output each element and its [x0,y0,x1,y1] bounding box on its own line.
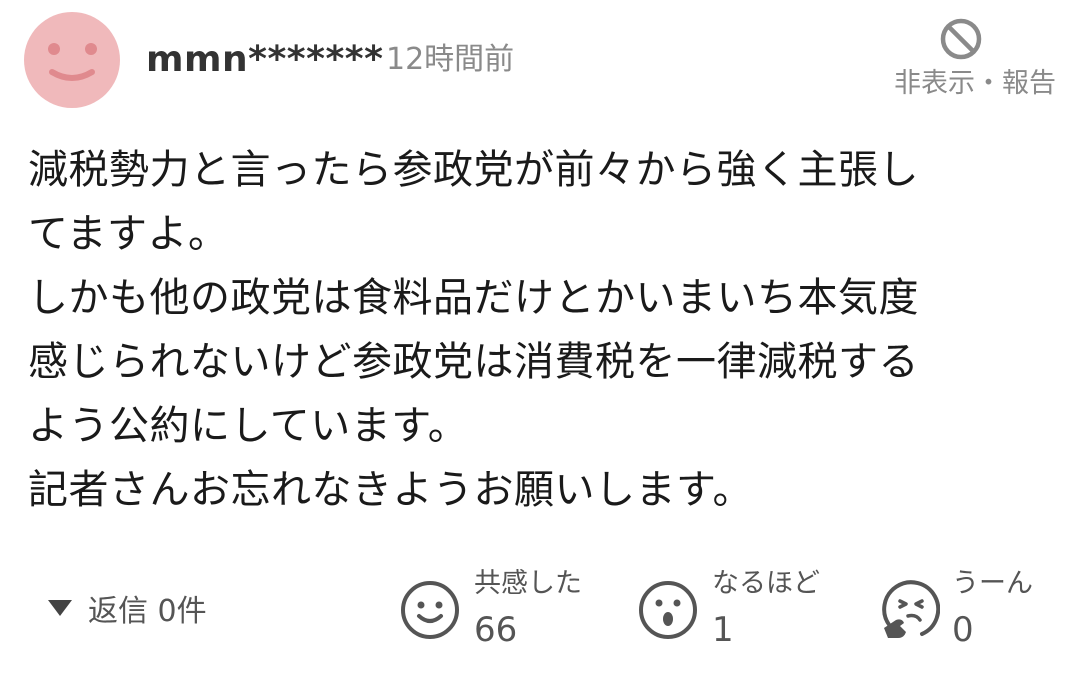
hide-report-button[interactable]: 非表示・報告 [866,16,1056,106]
reaction-label: なるほど [712,568,820,599]
comment-timestamp: 12時間前 [386,42,515,77]
smile-face-icon [401,581,459,639]
reaction-count: 1 [712,610,734,650]
caret-down-icon [48,600,72,616]
comment-text-line: よう公約にしています。 [28,403,469,449]
reaction-count: 66 [474,610,518,650]
surprised-face-icon [639,581,697,639]
comment-body: 減税勢力と言ったら参政党が前々から強く主張し てますよ。 しかも他の政党は食料品… [28,138,1048,522]
comment-text-line: 記者さんお忘れなきようお願いします。 [28,467,753,513]
comment-text-line: てますよ。 [28,211,229,257]
reaction-label: うーん [952,568,1033,599]
reaction-empathize-button[interactable]: 共感した 66 [398,566,618,652]
comment-text-line: 減税勢力と言ったら参政党が前々から強く主張し [28,147,919,193]
reply-toggle-button[interactable]: 返信 0件 [48,584,207,632]
comment-username[interactable]: mmn******* [146,38,383,82]
prohibited-icon [940,18,982,60]
thinking-face-icon [882,580,940,638]
comment-text-line: しかも他の政党は食料品だけとかいまいち本気度 [28,275,919,321]
user-avatar [24,12,120,108]
comment-text-line: 感じられないけど参政党は消費税を一律減税する [28,339,919,385]
hide-report-label: 非表示・報告 [894,68,1056,99]
reaction-insightful-button[interactable]: なるほど 1 [636,566,856,652]
reaction-count: 0 [952,610,974,650]
reply-count-label: 返信 0件 [88,594,207,629]
reaction-label: 共感した [474,568,582,599]
reaction-hmm-button[interactable]: うーん 0 [876,566,1066,652]
